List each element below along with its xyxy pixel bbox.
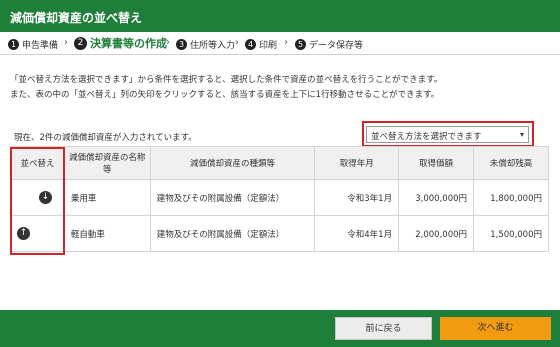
instruction-line: 「並べ替え方法を選択できます」から条件を選択すると、選択した条件で資産の並べ替え… — [10, 75, 443, 85]
asset-name: 軽自動車 — [63, 215, 151, 252]
asset-type: 建物及びその附属設備（定額法） — [149, 179, 316, 216]
step-separator: › — [64, 37, 68, 48]
highlight-box-sort-column — [10, 147, 65, 255]
step-5: 5 データ保存等 — [295, 37, 363, 51]
acquisition-price: 3,000,000円 — [398, 179, 475, 216]
asset-type: 建物及びその附属設備（定額法） — [149, 215, 316, 252]
col-header-name: 減価償却資産の名称等 — [63, 146, 151, 180]
step-separator: › — [235, 37, 239, 48]
title-bar: 減価償却資産の並べ替え — [0, 0, 560, 32]
step-label: 申告準備 — [22, 40, 59, 51]
asset-name: 乗用車 — [63, 179, 151, 216]
step-separator: › — [284, 37, 288, 48]
page-title: 減価償却資産の並べ替え — [10, 11, 143, 25]
instruction-line: また、表の中の「並べ替え」列の矢印をクリックすると、該当する資産を上下に1行移動… — [10, 90, 440, 100]
undepreciated-balance: 1,800,000円 — [473, 179, 549, 216]
col-header-type: 減価償却資産の種類等 — [149, 146, 316, 180]
table-row: ↑ 軽自動車 建物及びその附属設備（定額法） 令和4年1月 2,000,000円… — [10, 215, 549, 252]
highlight-box-sort-select — [362, 121, 534, 147]
table-header-row: 並べ替え 減価償却資産の名称等 減価償却資産の種類等 取得年月 取得価額 未償却… — [10, 146, 549, 180]
step-indicator: 1 申告準備 › 2 決算書等の作成 › 3 住所等入力 › 4 印刷 › 5 … — [0, 32, 560, 55]
footer-bar: 前に戻る 次へ進む — [0, 310, 560, 347]
instructions: 「並べ替え方法を選択できます」から条件を選択すると、選択した条件で資産の並べ替え… — [10, 73, 442, 103]
col-header-price: 取得価額 — [398, 146, 475, 180]
col-header-acquired: 取得年月 — [314, 146, 400, 180]
step-number: 4 — [245, 38, 256, 50]
acquisition-price: 2,000,000円 — [398, 215, 475, 252]
step-label: 住所等入力 — [190, 40, 236, 51]
step-label: 決算書等の作成 — [90, 37, 167, 50]
step-label: 印刷 — [259, 40, 278, 51]
acquired-date: 令和4年1月 — [314, 215, 400, 252]
step-number: 3 — [176, 38, 187, 50]
step-2: 2 決算書等の作成 — [74, 36, 167, 50]
step-number: 5 — [295, 38, 306, 50]
step-number: 2 — [74, 36, 87, 50]
back-button[interactable]: 前に戻る — [335, 317, 432, 340]
asset-count-text: 現在、2件の減価償却資産が入力されています。 — [14, 133, 197, 143]
step-number: 1 — [8, 38, 19, 50]
undepreciated-balance: 1,500,000円 — [473, 215, 549, 252]
step-3: 3 住所等入力 — [176, 37, 235, 51]
step-separator: › — [166, 37, 170, 48]
step-label: データ保存等 — [309, 40, 364, 51]
step-4: 4 印刷 — [245, 37, 277, 51]
asset-table: 並べ替え 減価償却資産の名称等 減価償却資産の種類等 取得年月 取得価額 未償却… — [10, 146, 549, 252]
next-button[interactable]: 次へ進む — [440, 317, 551, 340]
col-header-balance: 未償却残高 — [473, 146, 549, 180]
acquired-date: 令和3年1月 — [314, 179, 400, 216]
table-row: ↓ 乗用車 建物及びその附属設備（定額法） 令和3年1月 3,000,000円 … — [10, 179, 549, 216]
step-1: 1 申告準備 — [8, 37, 58, 51]
